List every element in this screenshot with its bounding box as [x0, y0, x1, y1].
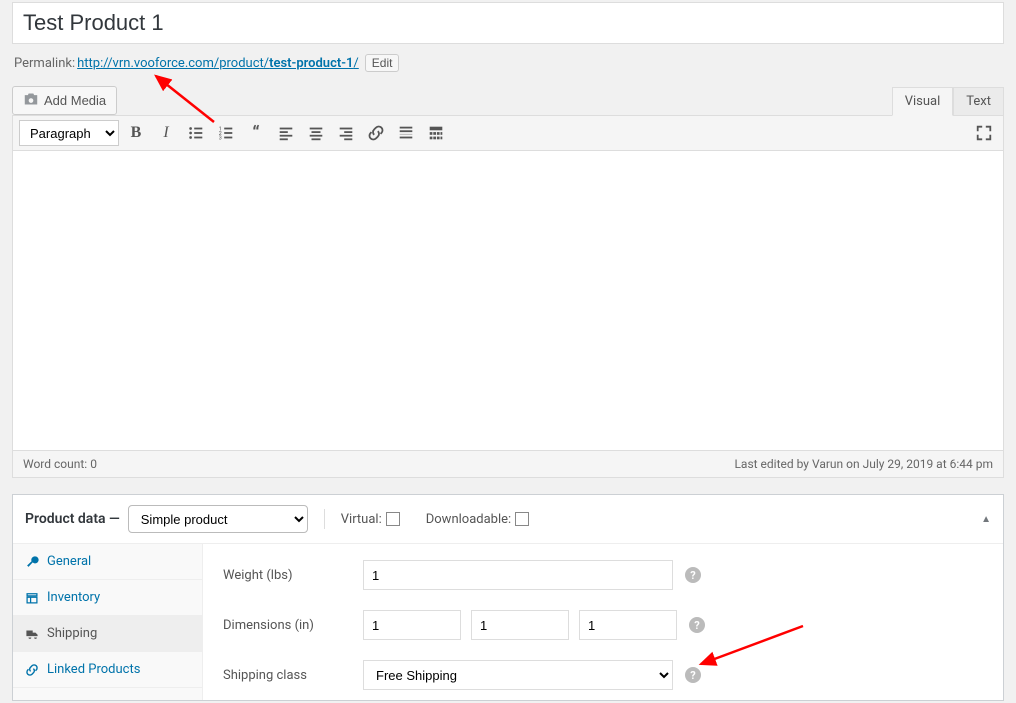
wrench-icon [25, 555, 39, 569]
downloadable-label: Downloadable: [426, 512, 511, 527]
permalink-label: Permalink: [14, 56, 75, 71]
toolbar-toggle-icon[interactable] [423, 120, 449, 146]
insert-more-icon[interactable] [393, 120, 419, 146]
bold-icon[interactable]: B [123, 120, 149, 146]
word-count: Word count: 0 [23, 457, 97, 471]
virtual-label: Virtual: [341, 512, 382, 527]
permalink-slug: test-product-1 [269, 56, 353, 71]
weight-input[interactable] [363, 560, 673, 590]
editor-tab-text[interactable]: Text [953, 87, 1004, 116]
virtual-checkbox[interactable] [386, 512, 400, 526]
weight-label: Weight (lbs) [223, 568, 363, 583]
tab-shipping[interactable]: Shipping [13, 616, 202, 652]
help-icon[interactable]: ? [689, 617, 705, 633]
align-left-icon[interactable] [273, 120, 299, 146]
dimensions-label: Dimensions (in) [223, 618, 363, 633]
permalink-link[interactable]: http://vrn.vooforce.com/product/test-pro… [77, 56, 359, 71]
align-center-icon[interactable] [303, 120, 329, 146]
editor-toolbar: Paragraph B I 123 “ [12, 115, 1004, 151]
fullscreen-icon[interactable] [971, 120, 997, 146]
ordered-list-icon[interactable]: 123 [213, 120, 239, 146]
tab-general[interactable]: General [13, 544, 202, 580]
dimension-length-input[interactable] [363, 610, 461, 640]
italic-icon[interactable]: I [153, 120, 179, 146]
link-icon[interactable] [363, 120, 389, 146]
shipping-class-label: Shipping class [223, 668, 363, 683]
link-icon-small [25, 663, 39, 677]
tab-linked-products[interactable]: Linked Products [13, 652, 202, 688]
permalink-row: Permalink: http://vrn.vooforce.com/produ… [14, 54, 1004, 72]
product-data-panel: Product data — Simple product Virtual: D… [12, 494, 1004, 701]
svg-text:3: 3 [219, 135, 222, 141]
help-icon[interactable]: ? [685, 667, 701, 683]
editor-tab-visual[interactable]: Visual [892, 87, 954, 116]
tab-linked-label: Linked Products [47, 662, 140, 677]
blockquote-icon[interactable]: “ [243, 120, 269, 146]
tab-inventory[interactable]: Inventory [13, 580, 202, 616]
permalink-edit-button[interactable]: Edit [365, 54, 400, 72]
inventory-icon [25, 591, 39, 605]
permalink-base: http://vrn.vooforce.com/product/ [77, 56, 269, 71]
dimension-width-input[interactable] [471, 610, 569, 640]
product-title-input[interactable] [12, 2, 1004, 44]
content-editor[interactable] [12, 151, 1004, 451]
camera-music-icon [23, 92, 39, 109]
add-media-label: Add Media [44, 93, 106, 108]
tab-inventory-label: Inventory [47, 590, 100, 605]
product-type-select[interactable]: Simple product [128, 505, 308, 533]
help-icon[interactable]: ? [685, 567, 701, 583]
last-edited: Last edited by Varun on July 29, 2019 at… [734, 457, 993, 471]
shipping-class-select[interactable]: Free Shipping [363, 660, 673, 690]
downloadable-checkbox[interactable] [515, 512, 529, 526]
bullet-list-icon[interactable] [183, 120, 209, 146]
add-media-button[interactable]: Add Media [12, 86, 117, 115]
truck-icon [25, 627, 39, 641]
format-select[interactable]: Paragraph [19, 120, 119, 146]
dimension-height-input[interactable] [579, 610, 677, 640]
align-right-icon[interactable] [333, 120, 359, 146]
tab-general-label: General [47, 554, 91, 569]
panel-title: Product data — [25, 511, 120, 527]
separator [324, 509, 325, 529]
permalink-trail: / [353, 56, 358, 71]
tab-shipping-label: Shipping [47, 626, 97, 641]
panel-collapse-toggle[interactable]: ▲ [981, 514, 991, 525]
